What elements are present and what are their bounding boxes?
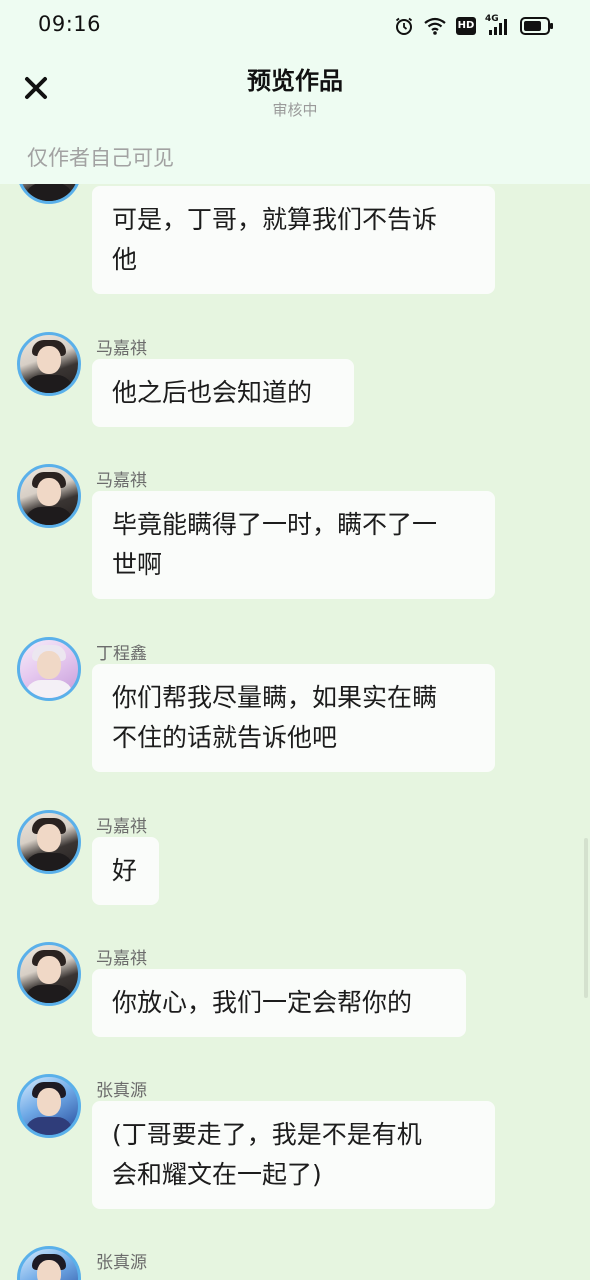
message-line: 可是，丁哥，就算我们不告诉 [112,205,438,234]
page-title: 预览作品 [247,67,343,95]
message-line: 不住的话就告诉他吧 [112,723,338,752]
message-line: 世啊 [112,550,163,579]
message-line: 好 [112,856,138,885]
sender-name: 马嘉祺 [96,949,147,969]
header: 预览作品 审核中 [0,52,590,136]
avatar-zhang-zhenyuan[interactable] [17,1074,81,1138]
sender-name: 马嘉祺 [96,817,147,837]
message-bubble[interactable]: 你放心，我们一定会帮你的 [92,969,466,1037]
sender-name: 丁程鑫 [96,644,147,664]
message-bubble[interactable]: 好 [92,837,159,905]
visibility-text: 仅作者自己可见 [27,146,174,170]
alarm-icon [395,17,413,35]
message-bubble[interactable]: 可是，丁哥，就算我们不告诉 他 [92,186,495,294]
scrollbar[interactable] [584,838,588,998]
battery-icon [520,17,553,35]
avatar-ma-jiaqi[interactable] [17,942,81,1006]
4g-signal-icon: 4G [485,14,511,36]
avatar-ma-jiaqi[interactable] [17,810,81,874]
status-time: 09:16 [38,12,102,36]
status-icons: HD 4G [394,14,554,38]
hd-label: HD [457,20,475,31]
avatar-ma-jiaqi[interactable] [17,464,81,528]
sender-name: 马嘉祺 [96,471,147,491]
message-line: 他之后也会知道的 [112,378,313,407]
avatar-ma-jiaqi[interactable] [17,184,81,204]
message-line: 你们帮我尽量瞒，如果实在瞒 [112,683,438,712]
avatar-ding-chengxin[interactable] [17,637,81,701]
message-line: 你放心，我们一定会帮你的 [112,988,413,1017]
hd-icon: HD [456,17,476,35]
message-line: 会和耀文在一起了) [112,1160,322,1189]
chat-area[interactable]: 可是，丁哥，就算我们不告诉 他 马嘉祺 他之后也会知道的 马嘉祺 毕竟能瞒得了一… [0,184,590,1280]
message-line: (丁哥要走了，我是不是有机 [112,1120,422,1149]
sender-name: 张真源 [96,1253,147,1273]
sender-name: 马嘉祺 [96,339,147,359]
sender-name: 张真源 [96,1081,147,1101]
review-status: 审核中 [272,101,318,119]
visibility-notice: 仅作者自己可见 [0,136,590,184]
message-bubble[interactable]: (丁哥要走了，我是不是有机 会和耀文在一起了) [92,1101,495,1209]
avatar-zhang-zhenyuan[interactable] [17,1246,81,1280]
message-line: 毕竟能瞒得了一时，瞒不了一 [112,510,438,539]
status-bar: 09:16 HD 4G [0,0,590,52]
message-bubble[interactable]: 你们帮我尽量瞒，如果实在瞒 不住的话就告诉他吧 [92,664,495,772]
message-line: 他 [112,245,138,274]
wifi-icon [424,17,446,35]
message-bubble[interactable]: 他之后也会知道的 [92,359,354,427]
message-bubble[interactable]: 毕竟能瞒得了一时，瞒不了一 世啊 [92,491,495,599]
avatar-ma-jiaqi[interactable] [17,332,81,396]
